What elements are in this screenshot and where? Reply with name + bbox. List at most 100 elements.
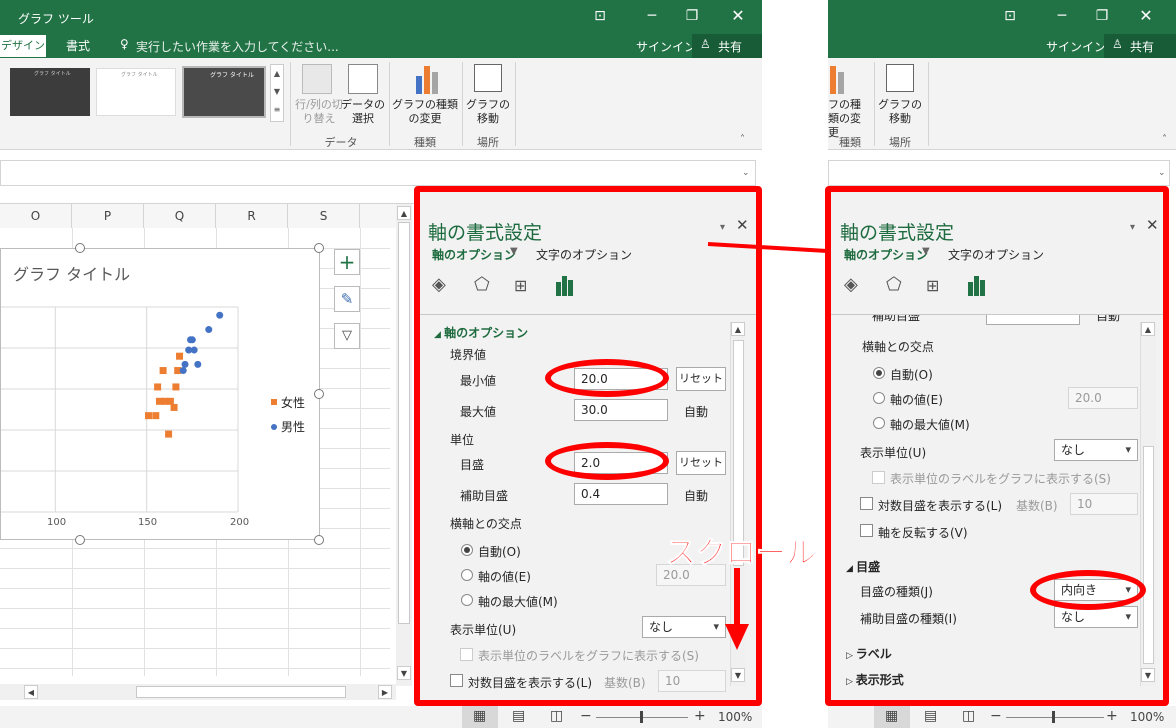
chart-filter-icon[interactable]: ▽ — [334, 323, 360, 349]
horizontal-scrollbar[interactable]: ◀ ▶ — [0, 684, 396, 700]
male-data-point — [188, 336, 196, 344]
lightbulb-icon: ♀ — [120, 37, 129, 51]
resize-handle[interactable] — [314, 535, 324, 545]
person-icon: ♙ — [700, 37, 711, 51]
zoom-in-icon[interactable]: + — [694, 708, 706, 724]
tab-design[interactable]: デザイン — [0, 35, 46, 57]
resize-handle[interactable] — [75, 535, 85, 545]
legend-female: 女性 — [281, 396, 306, 410]
plot-points — [144, 311, 224, 438]
x-tick-label: 150 — [138, 517, 158, 528]
legend-marker-male — [271, 424, 277, 430]
zoom-slider-thumb[interactable] — [640, 711, 643, 723]
vertical-scrollbar[interactable]: ▲ ▼ — [396, 204, 412, 686]
highlight-box-right — [825, 186, 1169, 706]
resize-handle[interactable] — [314, 243, 324, 253]
scroll-up-arrow[interactable]: ▲ — [397, 206, 411, 220]
change-chart-type-button[interactable]: グラフの種類の変更 — [392, 98, 458, 126]
page-break-icon[interactable]: ◫ — [550, 708, 563, 724]
title-bar-right: ⊡ ─ ❐ ✕ — [828, 0, 1176, 34]
page-layout-icon[interactable]: ▤ — [924, 708, 937, 724]
person-icon: ♙ — [1112, 37, 1123, 51]
select-data-button[interactable]: データの選択 — [340, 98, 386, 126]
scroll-left-arrow[interactable]: ◀ — [24, 685, 38, 699]
move-chart-icon — [474, 64, 502, 92]
ribbon-display-icon[interactable]: ⊡ — [588, 4, 612, 28]
collapse-ribbon-icon[interactable]: ˄ — [1162, 134, 1167, 145]
style-gallery-scroll[interactable]: ▲ ▼ ≡ — [270, 64, 284, 122]
share-button[interactable]: ♙ 共有 — [692, 34, 762, 58]
male-data-point — [181, 360, 189, 368]
page-layout-icon[interactable]: ▤ — [512, 708, 525, 724]
column-header-q[interactable]: Q — [144, 204, 216, 228]
tell-me-box[interactable]: 実行したい作業を入力してください... — [136, 38, 339, 55]
chart-tools-context: グラフ ツール — [18, 12, 94, 26]
zoom-slider-thumb[interactable] — [1052, 711, 1055, 723]
plot-gridlines — [1, 306, 239, 513]
male-data-point — [179, 367, 187, 375]
resize-handle[interactable] — [75, 243, 85, 253]
column-header-t[interactable] — [360, 204, 396, 228]
column-header-s[interactable]: S — [288, 204, 360, 228]
male-data-point — [216, 311, 224, 319]
move-chart-button[interactable]: グラフの移動 — [878, 98, 922, 126]
switch-row-column-icon — [302, 64, 332, 94]
page-break-icon[interactable]: ◫ — [962, 708, 975, 724]
resize-handle[interactable] — [314, 389, 324, 399]
move-chart-button[interactable]: グラフの移動 — [466, 98, 510, 126]
ribbon-display-icon[interactable]: ⊡ — [998, 4, 1022, 28]
restore-icon[interactable]: ❐ — [680, 4, 704, 28]
restore-icon[interactable]: ❐ — [1090, 4, 1114, 28]
zoom-out-icon[interactable]: − — [990, 708, 1002, 724]
female-data-point — [172, 383, 180, 391]
close-icon[interactable]: ✕ — [726, 4, 750, 28]
tab-format[interactable]: 書式 — [66, 35, 90, 57]
chart-styles-brush-icon[interactable]: ✎ — [334, 286, 360, 312]
chart-style-thumb-2[interactable]: グラフ タイトル — [96, 68, 176, 116]
chart-style-thumb-1[interactable]: グラフ タイトル — [10, 68, 90, 116]
switch-row-column-button[interactable]: 行/列の切り替え — [294, 98, 344, 126]
scatter-plot — [1, 306, 239, 513]
legend-marker-female — [271, 399, 277, 405]
female-data-point — [152, 412, 160, 420]
normal-view-icon[interactable]: ▦ — [462, 706, 498, 728]
h-scroll-thumb[interactable] — [136, 686, 346, 698]
ribbon-right: フの種類の変更 種類 グラフの移動 場所 ˄ — [828, 58, 1176, 150]
male-data-point — [190, 346, 198, 354]
collapse-ribbon-icon[interactable]: ˄ — [740, 134, 745, 145]
signin-link[interactable]: サインイン — [636, 38, 696, 55]
scroll-thumb[interactable] — [398, 222, 410, 624]
formula-bar[interactable] — [0, 160, 756, 186]
select-data-icon — [348, 64, 378, 94]
female-data-point — [166, 397, 174, 405]
scroll-right-arrow[interactable]: ▶ — [378, 685, 392, 699]
column-header-o[interactable]: O — [0, 204, 72, 228]
column-header-p[interactable]: P — [72, 204, 144, 228]
normal-view-icon[interactable]: ▦ — [874, 706, 910, 728]
ribbon: グラフ タイトル グラフ タイトル グラフ タイトル ▲ ▼ ≡ 行/列の切り替え … — [0, 58, 762, 150]
minimize-icon[interactable]: ─ — [1050, 4, 1074, 28]
close-icon[interactable]: ✕ — [1134, 4, 1158, 28]
chart-area[interactable]: グラフ タイトル 100 150 200 女性 男性 — [0, 248, 320, 540]
highlight-ellipse-tick-type — [1030, 570, 1146, 610]
female-data-point — [165, 430, 173, 438]
zoom-in-icon[interactable]: + — [1106, 708, 1118, 724]
zoom-slider[interactable] — [1006, 717, 1104, 718]
scroll-down-arrow[interactable]: ▼ — [397, 666, 411, 680]
share-button[interactable]: ♙ 共有 — [1104, 34, 1176, 58]
chart-elements-plus-icon[interactable]: + — [334, 249, 360, 275]
title-bar: グラフ ツール ⊡ ─ ❐ ✕ — [0, 0, 762, 34]
minimize-icon[interactable]: ─ — [640, 4, 664, 28]
formula-bar[interactable] — [828, 160, 1170, 186]
expand-formula-icon[interactable]: ⌄ — [1158, 168, 1166, 178]
expand-formula-icon[interactable]: ⌄ — [742, 168, 750, 178]
chart-style-thumb-3[interactable]: グラフ タイトル — [182, 66, 266, 118]
zoom-out-icon[interactable]: − — [580, 708, 592, 724]
scroll-annotation: スクロール — [666, 536, 817, 572]
group-label-location: 場所 — [477, 136, 499, 149]
column-header-r[interactable]: R — [216, 204, 288, 228]
zoom-level[interactable]: 100% — [718, 710, 752, 724]
signin-link[interactable]: サインイン — [1046, 38, 1106, 55]
female-data-point — [170, 403, 178, 411]
zoom-level[interactable]: 100% — [1130, 710, 1164, 724]
